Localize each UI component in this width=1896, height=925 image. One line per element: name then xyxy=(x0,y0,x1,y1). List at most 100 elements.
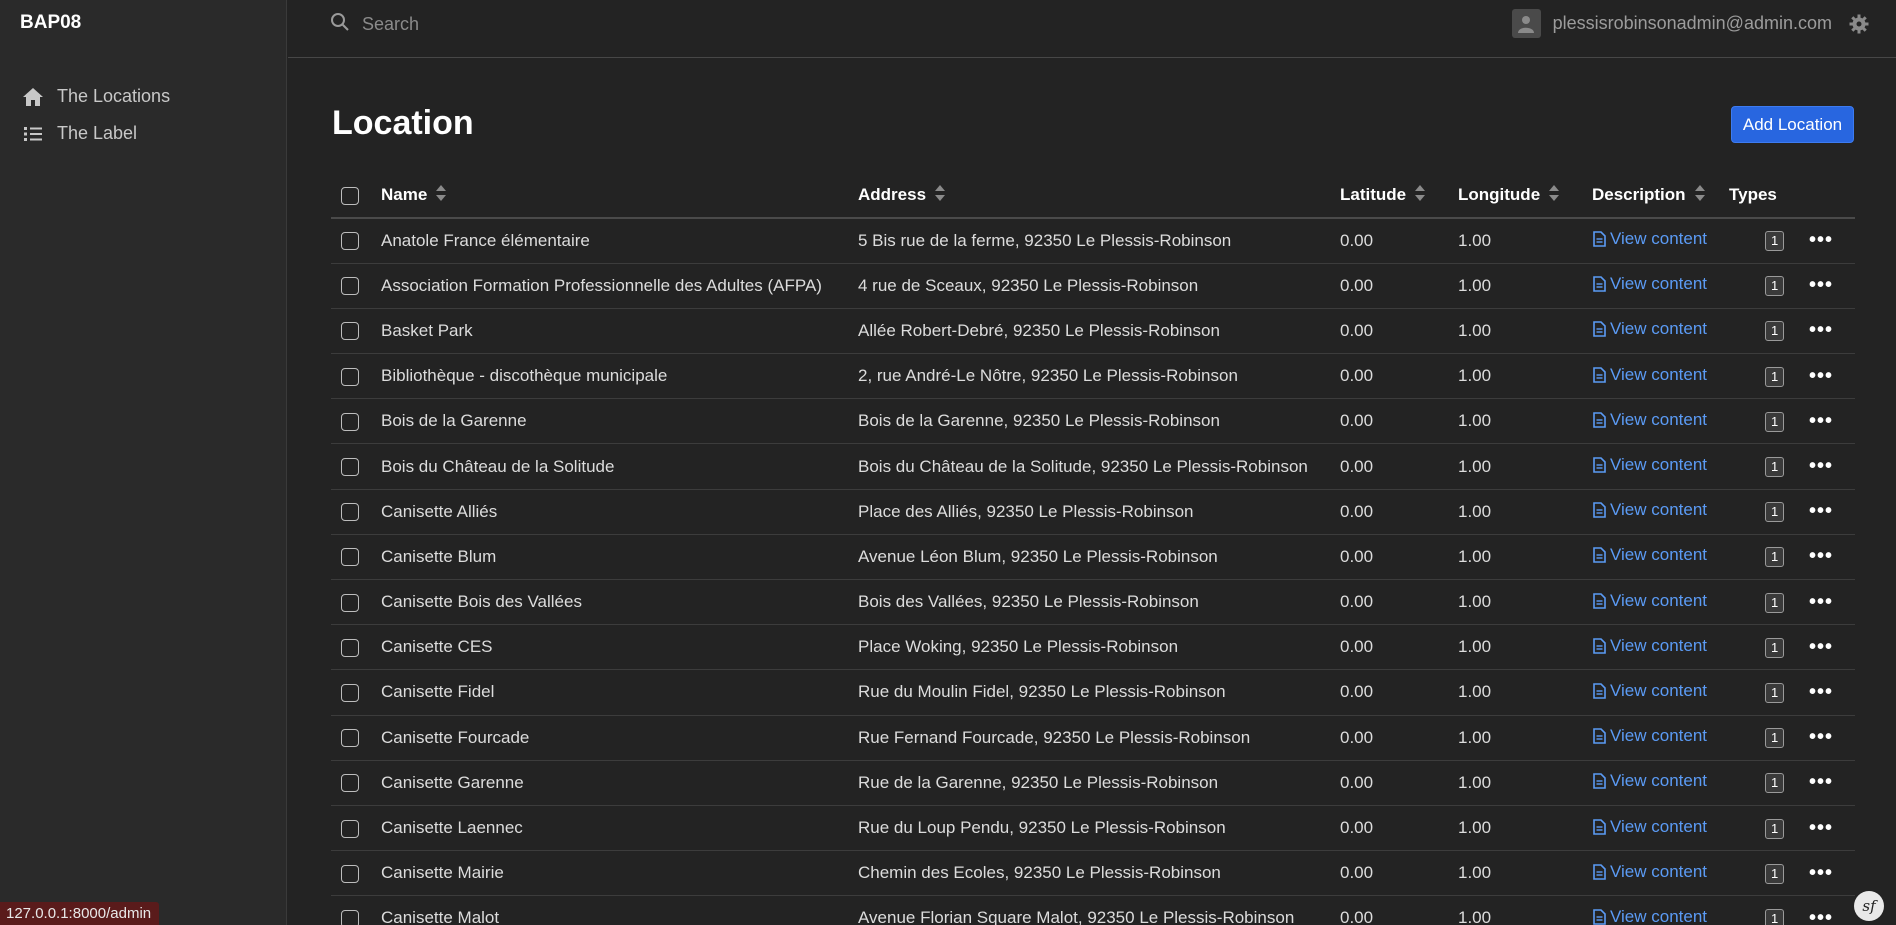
cell-longitude: 1.00 xyxy=(1458,624,1592,671)
view-content-link[interactable]: View content xyxy=(1592,817,1707,837)
sort-icon[interactable] xyxy=(1414,184,1426,207)
cell-latitude: 0.00 xyxy=(1340,443,1458,490)
column-header-longitude[interactable]: Longitude xyxy=(1458,173,1592,219)
row-checkbox[interactable] xyxy=(341,548,359,567)
gear-icon[interactable] xyxy=(1848,13,1870,35)
sidebar-item-label-list[interactable]: The Label xyxy=(20,115,170,152)
view-content-link[interactable]: View content xyxy=(1592,726,1707,746)
view-content-link[interactable]: View content xyxy=(1592,636,1707,656)
view-content-link[interactable]: View content xyxy=(1592,771,1707,791)
row-checkbox[interactable] xyxy=(341,458,359,477)
cell-name: Canisette Blum xyxy=(381,534,858,581)
view-content-link[interactable]: View content xyxy=(1592,591,1707,611)
table-row: Canisette Fidel Rue du Moulin Fidel, 923… xyxy=(331,669,1855,716)
row-actions-menu-icon[interactable]: ••• xyxy=(1797,681,1833,703)
row-actions-menu-icon[interactable]: ••• xyxy=(1797,455,1833,477)
table-row: Association Formation Professionnelle de… xyxy=(331,263,1855,309)
user-menu[interactable]: plessisrobinsonadmin@admin.com xyxy=(1511,9,1870,38)
column-header-latitude[interactable]: Latitude xyxy=(1340,173,1458,219)
column-header-address[interactable]: Address xyxy=(858,173,1340,219)
sort-icon[interactable] xyxy=(435,184,447,207)
cell-name: Bibliothèque - discothèque municipale xyxy=(381,353,858,400)
row-checkbox[interactable] xyxy=(341,412,359,431)
row-checkbox[interactable] xyxy=(341,774,359,793)
row-checkbox[interactable] xyxy=(341,503,359,522)
sidebar-item-locations[interactable]: The Locations xyxy=(20,78,170,115)
types-badge: 1 xyxy=(1765,231,1785,252)
row-actions-menu-icon[interactable]: ••• xyxy=(1797,726,1833,748)
table-row: Canisette Malot Avenue Florian Square Ma… xyxy=(331,895,1855,925)
row-actions-menu-icon[interactable]: ••• xyxy=(1797,274,1833,296)
view-content-link[interactable]: View content xyxy=(1592,410,1707,430)
view-content-link[interactable]: View content xyxy=(1592,455,1707,475)
row-actions-menu-icon[interactable]: ••• xyxy=(1797,545,1833,567)
row-actions-menu-icon[interactable]: ••• xyxy=(1797,636,1833,658)
sort-icon[interactable] xyxy=(1694,184,1706,207)
avatar[interactable] xyxy=(1511,9,1541,38)
view-content-link[interactable]: View content xyxy=(1592,500,1707,520)
sort-icon[interactable] xyxy=(934,184,946,207)
brand-title[interactable]: BAP08 xyxy=(20,12,81,34)
cell-longitude: 1.00 xyxy=(1458,534,1592,581)
row-actions-menu-icon[interactable]: ••• xyxy=(1797,365,1833,387)
cell-address: 4 rue de Sceaux, 92350 Le Plessis-Robins… xyxy=(858,263,1340,309)
row-checkbox[interactable] xyxy=(341,909,359,925)
cell-name: Canisette CES xyxy=(381,624,858,671)
row-actions-menu-icon[interactable]: ••• xyxy=(1797,817,1833,839)
search-icon xyxy=(330,12,350,37)
cell-address: 2, rue André-Le Nôtre, 92350 Le Plessis-… xyxy=(858,353,1340,400)
column-header-description[interactable]: Description xyxy=(1592,173,1739,219)
sidebar-nav: The Locations The Label xyxy=(20,78,170,152)
add-location-button[interactable]: Add Location xyxy=(1731,106,1854,143)
cell-description: View content xyxy=(1592,308,1739,355)
cell-address: 5 Bis rue de la ferme, 92350 Le Plessis-… xyxy=(858,218,1340,264)
cell-types: 1 xyxy=(1739,534,1797,581)
cell-actions: ••• xyxy=(1797,715,1855,761)
row-checkbox[interactable] xyxy=(341,819,359,838)
row-actions-menu-icon[interactable]: ••• xyxy=(1797,410,1833,432)
cell-description: View content xyxy=(1592,353,1739,400)
file-icon xyxy=(1593,683,1606,699)
row-checkbox[interactable] xyxy=(341,232,359,251)
view-content-link[interactable]: View content xyxy=(1592,545,1707,565)
search-input[interactable] xyxy=(362,14,762,35)
row-checkbox[interactable] xyxy=(341,593,359,612)
view-content-link[interactable]: View content xyxy=(1592,229,1707,249)
row-checkbox[interactable] xyxy=(341,367,359,386)
view-content-link[interactable]: View content xyxy=(1592,365,1707,385)
cell-latitude: 0.00 xyxy=(1340,715,1458,761)
column-header-name[interactable]: Name xyxy=(381,173,858,219)
row-actions-menu-icon[interactable]: ••• xyxy=(1797,771,1833,793)
view-content-link[interactable]: View content xyxy=(1592,319,1707,339)
view-content-link[interactable]: View content xyxy=(1592,681,1707,701)
view-content-label: View content xyxy=(1610,319,1708,339)
row-checkbox[interactable] xyxy=(341,277,359,296)
user-email[interactable]: plessisrobinsonadmin@admin.com xyxy=(1553,13,1832,34)
cell-actions: ••• xyxy=(1797,263,1855,309)
row-actions-menu-icon[interactable]: ••• xyxy=(1797,862,1833,884)
cell-name: Canisette Garenne xyxy=(381,760,858,806)
symfony-toolbar-icon[interactable]: sf xyxy=(1854,891,1884,921)
row-checkbox[interactable] xyxy=(341,729,359,748)
row-actions-menu-icon[interactable]: ••• xyxy=(1797,500,1833,522)
row-checkbox[interactable] xyxy=(341,864,359,883)
row-checkbox[interactable] xyxy=(341,683,359,702)
row-actions-menu-icon[interactable]: ••• xyxy=(1797,229,1833,251)
cell-latitude: 0.00 xyxy=(1340,263,1458,309)
select-all-checkbox[interactable] xyxy=(341,186,359,205)
row-checkbox[interactable] xyxy=(341,638,359,657)
status-bar-url: 127.0.0.1:8000/admin xyxy=(0,902,160,925)
cell-actions: ••• xyxy=(1797,218,1855,264)
types-badge: 1 xyxy=(1765,411,1785,432)
row-checkbox[interactable] xyxy=(341,322,359,341)
view-content-link[interactable]: View content xyxy=(1592,907,1707,925)
sort-icon[interactable] xyxy=(1548,184,1560,207)
row-actions-menu-icon[interactable]: ••• xyxy=(1797,591,1833,613)
row-actions-menu-icon[interactable]: ••• xyxy=(1797,907,1833,925)
view-content-link[interactable]: View content xyxy=(1592,862,1707,882)
cell-latitude: 0.00 xyxy=(1340,353,1458,400)
cell-address: Avenue Léon Blum, 92350 Le Plessis-Robin… xyxy=(858,534,1340,581)
row-actions-menu-icon[interactable]: ••• xyxy=(1797,319,1833,341)
view-content-link[interactable]: View content xyxy=(1592,274,1707,294)
view-content-label: View content xyxy=(1610,500,1708,520)
